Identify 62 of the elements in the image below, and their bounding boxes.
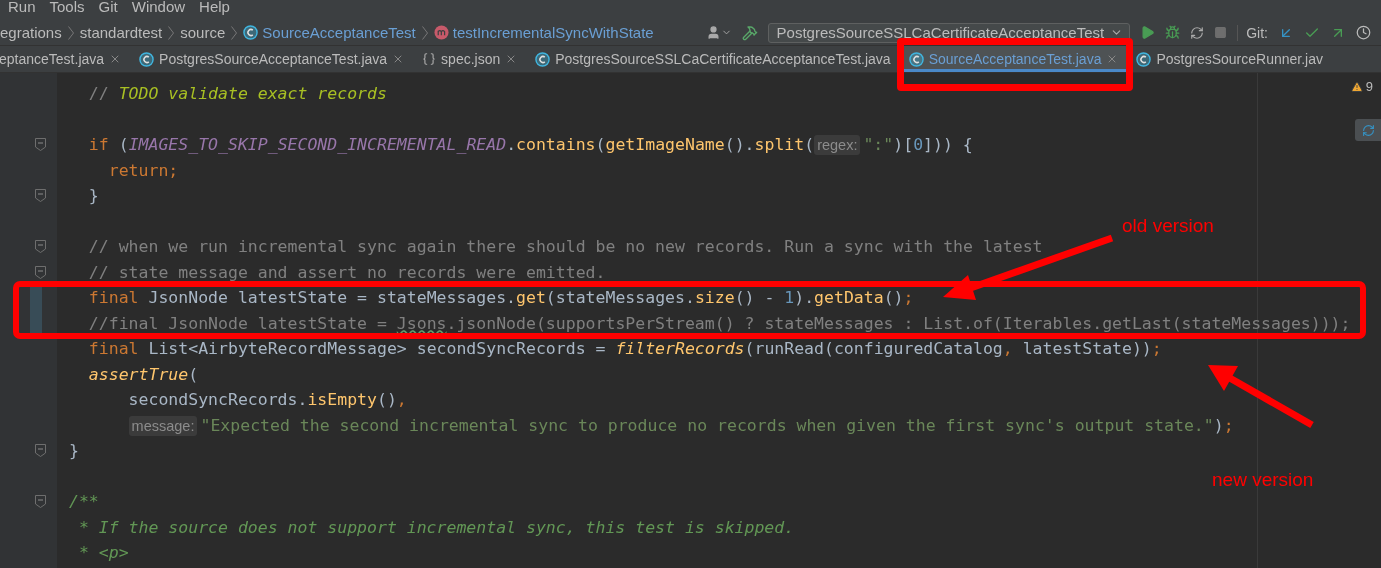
fold-marker-icon[interactable] [35, 265, 46, 279]
breadcrumb-item[interactable]: standardtest [79, 24, 163, 41]
menu-item[interactable]: Run [8, 0, 36, 14]
code-line: final List<AirbyteRecordMessage> secondSyncRecords = filterRecords(runRead(configuredCatalog, latestState)); [87, 338, 1162, 360]
editor-tab[interactable]: PostgresSourceRunner.jav [1127, 46, 1332, 72]
method-icon [433, 25, 449, 40]
code-comment: // state message and assert no records were emitted. [87, 261, 606, 284]
plugin-button[interactable] [1355, 119, 1381, 141]
breadcrumb-item[interactable]: source [180, 24, 226, 41]
class-icon [1136, 51, 1152, 67]
class-icon [139, 51, 155, 67]
code-line: final JsonNode latestState = stateMessages.get(stateMessages.size() - 1).getData(); [87, 287, 914, 309]
class-icon [243, 25, 259, 40]
warning-icon [1350, 80, 1363, 93]
json-file-icon [422, 52, 437, 66]
fold-marker-icon[interactable] [35, 240, 46, 253]
code-comment: //final JsonNode latestState = Jsons.jsonNode(supportsPerStream() ? stateMessages : List.of(Iterables.getLast(stateMessages))); [87, 312, 1351, 335]
history-clock-icon[interactable] [1356, 25, 1371, 40]
code-line: } [69, 440, 79, 462]
git-label: Git: [1237, 24, 1268, 41]
code-line: secondSyncRecords.isEmpty(), [127, 389, 407, 411]
hammer-icon[interactable] [741, 24, 758, 41]
editor-tab[interactable]: eptanceTest.java [0, 46, 131, 72]
breadcrumb-item[interactable]: SourceAcceptanceTest [262, 24, 416, 41]
class-icon [908, 51, 924, 67]
inspection-widget[interactable]: 9 [1350, 79, 1373, 94]
breadcrumb-item[interactable]: testIncrementalSyncWithState [452, 24, 654, 41]
editor-tab[interactable]: PostgresSourceAcceptanceTest.java [130, 46, 414, 72]
code-line: if (IMAGES_TO_SKIP_SECOND_INCREMENTAL_READ.contains(getImageName().split( regex: ":")[0])) { [87, 134, 973, 157]
menu-item[interactable]: Tools [49, 0, 85, 14]
stop-icon[interactable] [1214, 26, 1228, 39]
coverage-icon[interactable] [1190, 25, 1205, 40]
user-icon[interactable] [705, 25, 732, 40]
code-comment: // TODO validate exact records [87, 83, 387, 105]
editor-tab[interactable]: spec.json [413, 46, 527, 72]
fold-marker-icon[interactable] [35, 495, 46, 508]
play-icon[interactable] [1140, 25, 1156, 40]
annotation-label: new version [1212, 469, 1314, 491]
menu-item[interactable]: Git [98, 0, 118, 14]
code-comment: * If the source does not support incremental sync, this test is skipped. [77, 516, 795, 539]
chevron-icon [231, 25, 238, 40]
code-comment: // when we run incremental sync again there should be no new records. Run a sync with the latest [87, 236, 1043, 258]
code-line: } [87, 185, 99, 207]
bug-icon[interactable] [1165, 25, 1181, 40]
class-icon [535, 51, 551, 67]
code-line: return; [107, 159, 179, 182]
code-line: assertTrue( [87, 363, 199, 386]
fold-marker-icon[interactable] [35, 189, 46, 202]
chevron-icon [168, 25, 175, 40]
editor-tab[interactable]: PostgresSourceSSLCaCertificateAcceptanceTest.java [526, 46, 900, 72]
fold-marker-icon[interactable] [35, 444, 46, 457]
breadcrumb-item[interactable]: egrations [0, 24, 62, 41]
menu-item[interactable]: Help [199, 0, 230, 14]
code-line: message: "Expected the second incremental sync to produce no records when given the first sync's output state."); [69, 412, 1234, 438]
code-comment: /** [69, 491, 99, 513]
refresh-icon [1361, 123, 1375, 137]
code-comment: * <p> [77, 542, 129, 564]
annotation-label: old version [1122, 215, 1214, 237]
fold-marker-icon[interactable] [35, 138, 46, 151]
chevron-icon [421, 25, 428, 40]
chevron-icon [67, 25, 74, 40]
menu-item[interactable]: Window [131, 0, 186, 14]
